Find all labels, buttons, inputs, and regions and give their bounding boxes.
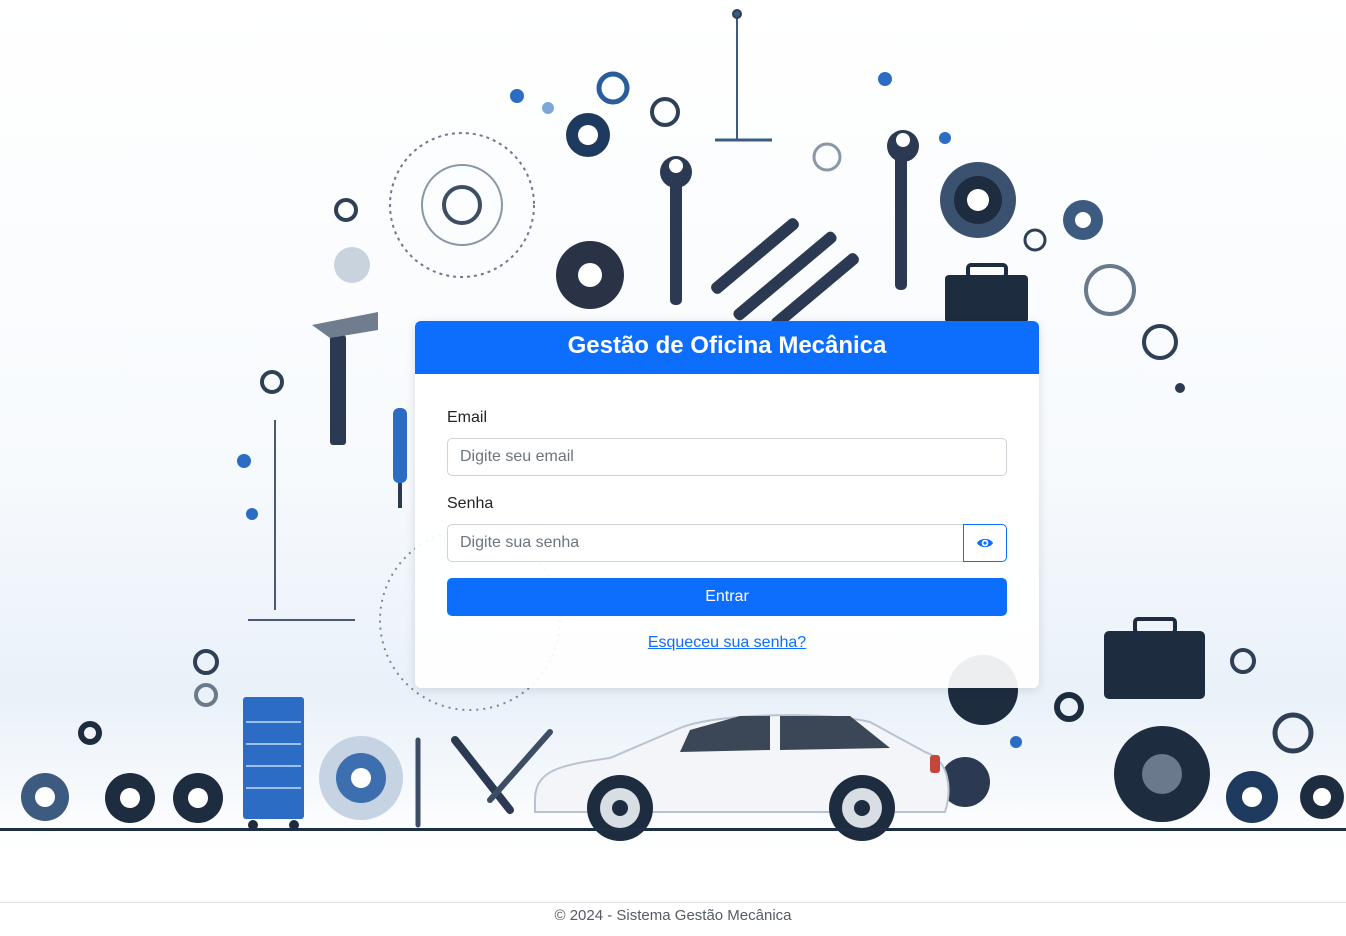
password-input[interactable] xyxy=(447,524,964,562)
email-input[interactable] xyxy=(447,438,1007,476)
ground-line xyxy=(0,828,1346,831)
eye-icon xyxy=(977,538,993,548)
login-submit-button[interactable]: Entrar xyxy=(447,578,1007,616)
footer-text: © 2024 - Sistema Gestão Mecânica xyxy=(554,907,792,924)
login-title: Gestão de Oficina Mecânica xyxy=(415,321,1039,374)
password-label: Senha xyxy=(447,495,494,512)
email-label: Email xyxy=(447,409,488,426)
footer-divider xyxy=(0,902,1346,903)
forgot-password-link[interactable]: Esqueceu sua senha? xyxy=(415,634,1039,652)
login-card: Gestão de Oficina Mecânica Email Senha E… xyxy=(415,321,1039,688)
toggle-password-button[interactable] xyxy=(963,524,1007,562)
